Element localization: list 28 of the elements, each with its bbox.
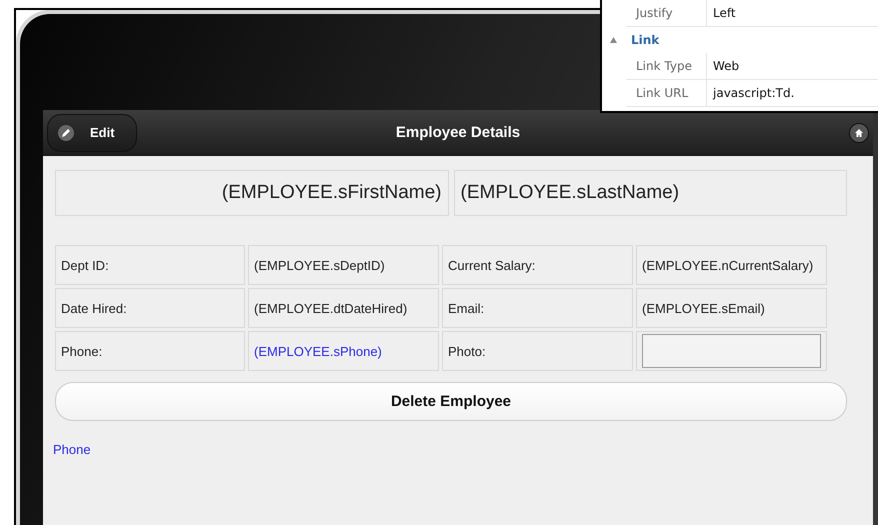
field-label: Date Hired:	[55, 288, 245, 328]
name-field: (EMPLOYEE.sLastName)	[454, 170, 847, 216]
property-label: Link Type	[635, 59, 693, 73]
field-label: Current Salary:	[442, 245, 633, 285]
property-value[interactable]: Web	[706, 53, 878, 79]
home-icon	[854, 128, 864, 138]
field-label: Email:	[442, 288, 633, 328]
property-value[interactable]: javascript:Td.	[706, 80, 878, 106]
triangle-icon[interactable]	[610, 37, 617, 43]
field-label: Phone:	[55, 331, 245, 371]
edit-button[interactable]: Edit	[47, 114, 137, 152]
field-value: (EMPLOYEE.sDeptID)	[248, 245, 439, 285]
home-button[interactable]	[849, 122, 869, 142]
pencil-icon	[58, 124, 74, 140]
delete-button[interactable]: Delete Employee	[55, 382, 847, 421]
property-value[interactable]: Left	[706, 0, 878, 26]
property-label: Link URL	[635, 86, 690, 100]
page-title: Employee Details	[396, 124, 520, 141]
field-value: (EMPLOYEE.sEmail)	[636, 288, 827, 328]
property-label: Justify	[634, 6, 674, 20]
field-label: Photo:	[442, 331, 633, 371]
phone-link[interactable]: Phone	[53, 442, 91, 457]
group-heading: Link	[631, 33, 660, 47]
field-label: Dept ID:	[55, 245, 245, 285]
field-value: (EMPLOYEE.dtDateHired)	[248, 288, 439, 328]
phone-link[interactable]: (EMPLOYEE.sPhone)	[254, 344, 382, 358]
name-field: (EMPLOYEE.sFirstName)	[55, 170, 448, 216]
field-value: (EMPLOYEE.nCurrentSalary)	[636, 245, 827, 285]
